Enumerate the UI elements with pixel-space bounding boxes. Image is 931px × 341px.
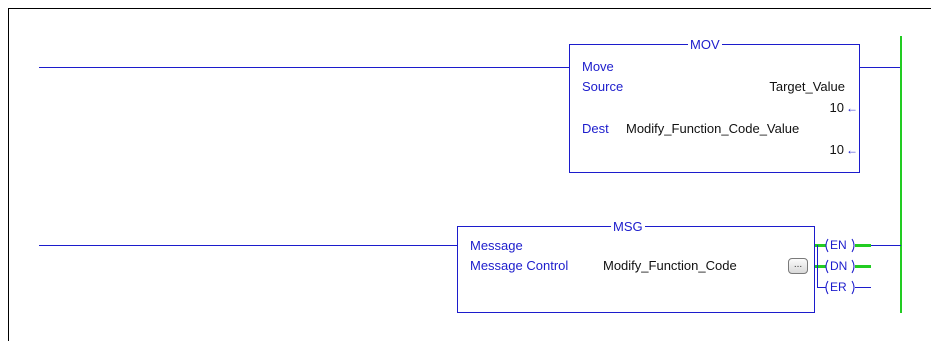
mov-title: MOV xyxy=(688,37,722,52)
msg-name: Message xyxy=(470,238,523,253)
mov-source-label: Source xyxy=(582,79,624,94)
ellipsis-icon: ... xyxy=(793,259,803,270)
er-coil-label: ER xyxy=(830,280,847,294)
msg-title: MSG xyxy=(611,219,645,234)
mov-dest-value: 10 ← xyxy=(829,142,858,157)
mov-name: Move xyxy=(582,59,614,74)
dn-coil-label: DN xyxy=(830,259,848,273)
dn-coil-right xyxy=(851,259,855,274)
ladder-diagram xyxy=(8,8,931,341)
er-coil-right xyxy=(851,280,855,295)
value-arrow-icon: ← xyxy=(846,143,858,157)
en-coil-left xyxy=(825,238,829,253)
en-coil-right xyxy=(851,238,855,253)
mov-dest-label: Dest xyxy=(582,121,609,136)
msg-browse-button[interactable]: ... xyxy=(788,258,808,274)
mov-source-value: 10 ← xyxy=(829,100,858,115)
msg-control-label: Message Control xyxy=(470,258,569,273)
mov-dest-tag[interactable]: Modify_Function_Code_Value xyxy=(626,121,799,136)
value-arrow-icon: ← xyxy=(846,101,858,115)
er-coil-left xyxy=(825,280,829,295)
en-coil-label: EN xyxy=(830,238,847,252)
dn-coil-left xyxy=(825,259,829,274)
mov-source-tag[interactable]: Target_Value xyxy=(700,79,845,94)
msg-control-tag[interactable]: Modify_Function_Code xyxy=(603,258,737,273)
